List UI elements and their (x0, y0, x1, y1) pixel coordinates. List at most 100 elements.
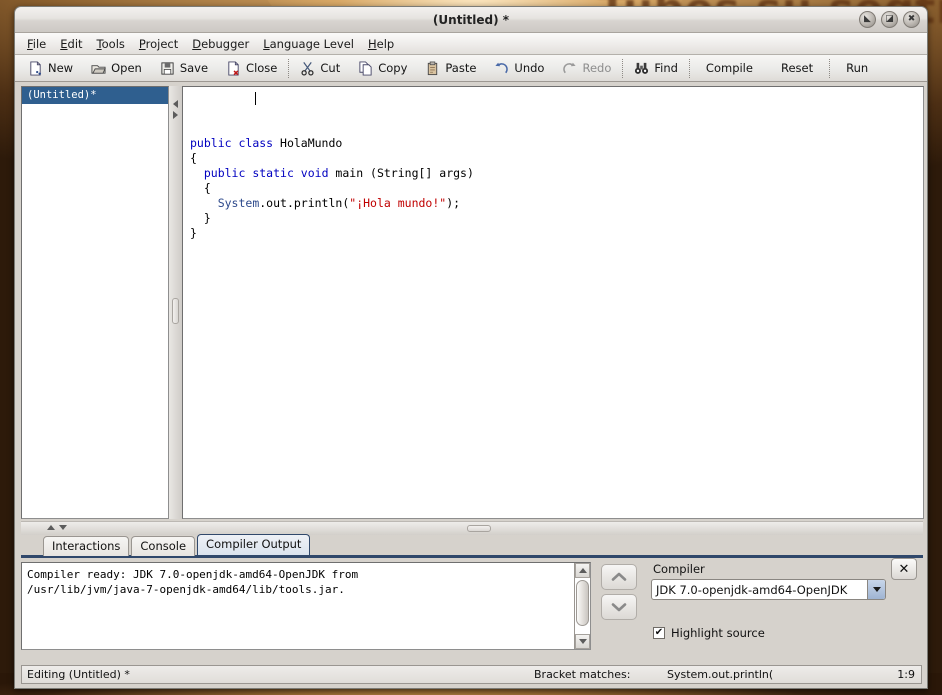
toolbar-paste-button[interactable]: Paste (416, 57, 485, 80)
dropdown-arrow-glyph (872, 587, 881, 592)
scroll-up-button[interactable] (575, 563, 590, 578)
toolbar-run-button[interactable]: Run (832, 57, 882, 80)
new-file-icon (30, 60, 41, 76)
open-folder-icon (91, 64, 106, 74)
vertical-split-divider[interactable] (169, 86, 182, 519)
code-line: System.out.println("¡Hola mundo!"); (190, 196, 923, 211)
scroll-down-button[interactable] (575, 634, 590, 649)
scrollbar-thumb[interactable] (576, 580, 589, 626)
status-bar: Editing (Untitled) * Bracket matches: Sy… (21, 665, 922, 684)
tab-console[interactable]: Console (131, 536, 196, 556)
window-title: (Untitled) * (432, 12, 510, 27)
toolbar-redo-button[interactable]: Redo (553, 57, 620, 80)
toolbar-compile-button[interactable]: Compile (692, 57, 767, 80)
lower-panel: Interactions Console Compiler Output Com… (15, 534, 927, 661)
compiler-dropdown[interactable]: JDK 7.0-openjdk-amd64-OpenJDK (651, 579, 886, 600)
toolbar: New Open Save Close Cut Copy Paste Undo … (15, 55, 927, 82)
code-token: main (String[] args) (335, 166, 474, 180)
menu-debugger-mnemonic: D (192, 36, 202, 51)
highlight-source-row[interactable]: ✔ Highlight source (653, 626, 917, 640)
toolbar-paste-label: Paste (445, 61, 477, 75)
menubar: File Edit Tools Project Debugger Languag… (15, 33, 927, 55)
code-token: HolaMundo (280, 136, 343, 150)
tab-interactions[interactable]: Interactions (43, 536, 130, 556)
toolbar-open-button[interactable]: Open (82, 57, 151, 80)
menu-file-rest: ile (32, 36, 47, 51)
tab-compiler-output[interactable]: Compiler Output (197, 534, 311, 555)
code-token: class (238, 136, 281, 150)
collapse-up-icon[interactable] (47, 525, 55, 530)
status-editing-label: Editing (Untitled) * (27, 668, 130, 681)
toolbar-new-button[interactable]: New (19, 57, 82, 80)
menu-debugger[interactable]: Debugger (186, 35, 255, 53)
expand-down-icon[interactable] (59, 525, 67, 530)
toolbar-compile-label: Compile (705, 61, 753, 75)
toolbar-find-button[interactable]: Find (625, 57, 687, 80)
menu-help-rest: elp (376, 36, 395, 51)
toolbar-save-button[interactable]: Save (151, 57, 217, 80)
compiler-output-area: Compiler ready: JDK 7.0-openjdk-amd64-Op… (21, 562, 591, 650)
window-titlebar[interactable]: (Untitled) * ◣ ◪ ✖ (15, 7, 927, 33)
toolbar-undo-label: Undo (514, 61, 545, 75)
document-list-item[interactable]: (Untitled)* (22, 87, 168, 104)
toolbar-reset-label: Reset (780, 61, 814, 75)
compiler-output-text[interactable]: Compiler ready: JDK 7.0-openjdk-amd64-Op… (22, 563, 574, 649)
binoculars-icon (635, 62, 649, 74)
compiler-label: Compiler (653, 562, 705, 576)
window-controls: ◣ ◪ ✖ (859, 11, 920, 28)
collapse-left-icon[interactable] (173, 100, 178, 108)
close-button[interactable]: ✖ (903, 11, 920, 28)
chevron-up-icon (611, 572, 627, 581)
toolbar-reset-button[interactable]: Reset (767, 57, 827, 80)
code-line: public static void main (String[] args) (190, 166, 923, 181)
code-token: "¡Hola mundo!" (349, 196, 447, 210)
output-scrollbar[interactable] (574, 563, 590, 649)
editor-pane: public class HolaMundo{ public static vo… (182, 86, 924, 519)
chevron-down-icon[interactable] (867, 580, 885, 599)
scroll-down-icon (578, 639, 587, 644)
toolbar-separator-1 (288, 58, 290, 78)
clipboard-icon (428, 61, 438, 75)
toolbar-copy-button[interactable]: Copy (349, 57, 416, 80)
close-panel-button[interactable]: ✕ (891, 558, 917, 580)
menu-file[interactable]: File (21, 35, 52, 53)
document-list[interactable]: (Untitled)* (21, 86, 169, 519)
toolbar-new-label: New (48, 61, 74, 75)
code-line: { (190, 151, 923, 166)
code-editor[interactable]: public class HolaMundo{ public static vo… (183, 87, 923, 518)
menu-help[interactable]: Help (362, 35, 400, 53)
highlight-source-checkbox[interactable]: ✔ (653, 627, 665, 639)
toolbar-separator-2 (622, 58, 624, 78)
menu-edit-rest: dit (67, 36, 83, 51)
scrollbar-track[interactable] (575, 578, 590, 634)
menu-project-rest: roject (145, 36, 179, 51)
toolbar-cut-button[interactable]: Cut (291, 57, 349, 80)
hsplit-grip[interactable] (467, 525, 491, 532)
menu-project-mnemonic: P (138, 36, 146, 51)
vsplit-grip[interactable] (172, 298, 179, 324)
menu-project[interactable]: Project (133, 35, 184, 53)
code-token: { (190, 181, 211, 195)
minimize-button[interactable]: ◣ (859, 11, 876, 28)
previous-error-button[interactable] (601, 564, 637, 590)
toolbar-close-button[interactable]: Close (217, 57, 286, 80)
toolbar-open-label: Open (111, 61, 142, 75)
chevron-down-icon (611, 603, 627, 612)
next-error-button[interactable] (601, 594, 637, 620)
horizontal-split-divider[interactable] (21, 521, 923, 535)
vsplit-arrows (173, 100, 178, 119)
toolbar-undo-button[interactable]: Undo (485, 57, 553, 80)
code-token: System (217, 196, 260, 210)
menu-language-level[interactable]: Language Level (257, 35, 360, 53)
toolbar-save-label: Save (179, 61, 209, 75)
compiler-dropdown-value: JDK 7.0-openjdk-amd64-OpenJDK (656, 582, 848, 597)
expand-right-icon[interactable] (173, 111, 178, 119)
menu-edit[interactable]: Edit (54, 35, 88, 53)
text-caret (255, 92, 256, 105)
menu-tools[interactable]: Tools (91, 35, 131, 53)
maximize-button[interactable]: ◪ (881, 11, 898, 28)
code-token: public (203, 166, 253, 180)
code-token: } (190, 226, 197, 240)
